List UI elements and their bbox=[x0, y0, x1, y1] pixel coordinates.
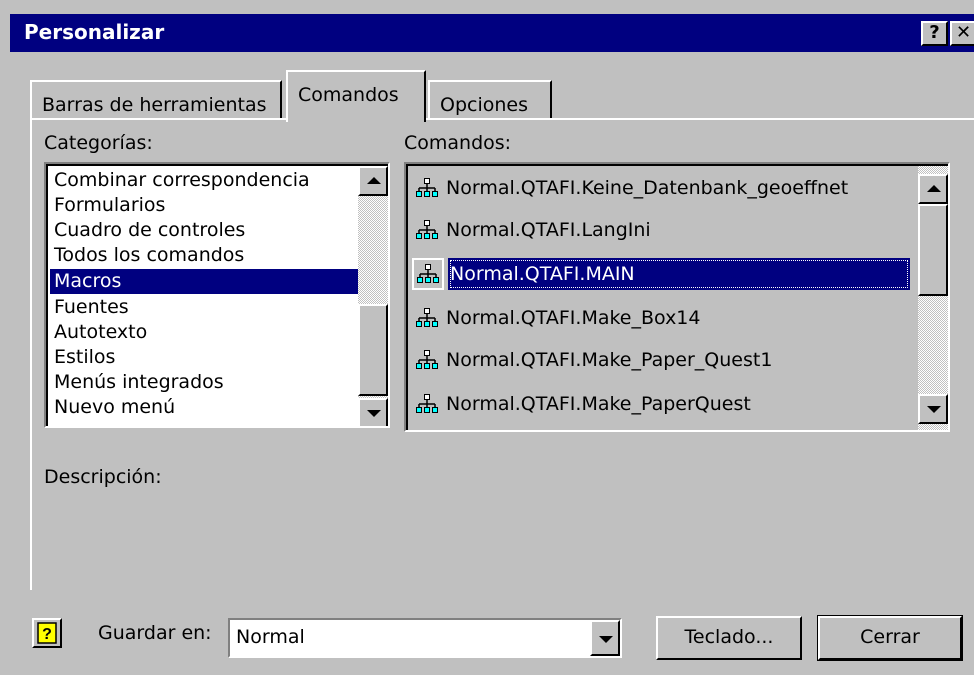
list-item[interactable]: Combinar correspondencia bbox=[50, 168, 310, 193]
tab-panel-commands: Categorías: Combinar correspondencia For… bbox=[30, 118, 974, 590]
svg-text:?: ? bbox=[42, 626, 52, 643]
command-label: Normal.QTAFI.Make_Paper_Quest1 bbox=[446, 349, 773, 371]
save-in-value: Normal bbox=[236, 626, 305, 648]
macro-icon bbox=[416, 220, 438, 239]
tab-options[interactable]: Opciones bbox=[428, 80, 552, 120]
title-bar[interactable]: Personalizar ? ✕ bbox=[10, 14, 974, 52]
scroll-down-button[interactable] bbox=[358, 398, 388, 426]
tab-commands-label: Comandos bbox=[298, 84, 399, 106]
arrow-down-icon bbox=[367, 410, 381, 417]
commands-label: Comandos: bbox=[404, 132, 512, 154]
categories-scrollbar[interactable] bbox=[358, 166, 388, 426]
keyboard-button-label: Teclado... bbox=[684, 626, 774, 648]
commands-list-inner: Normal.QTAFI.Keine_Datenbank_geoeffnet N… bbox=[406, 164, 948, 430]
list-item[interactable]: Autotexto bbox=[50, 320, 147, 345]
chevron-down-icon bbox=[599, 636, 613, 643]
commands-listbox[interactable]: Normal.QTAFI.Keine_Datenbank_geoeffnet N… bbox=[404, 162, 950, 432]
list-item-selected[interactable]: Macros bbox=[50, 269, 358, 294]
title-help-button[interactable]: ? bbox=[921, 21, 948, 46]
tab-toolbars[interactable]: Barras de herramientas bbox=[30, 80, 282, 120]
commands-scrollbar[interactable] bbox=[918, 166, 948, 430]
list-item[interactable]: Estilos bbox=[50, 345, 115, 370]
tab-options-label: Opciones bbox=[440, 94, 528, 116]
command-label: Normal.QTAFI.Make_PaperQuest bbox=[446, 393, 751, 415]
list-item[interactable]: Cuadro de controles bbox=[50, 218, 245, 243]
macro-icon bbox=[417, 264, 439, 283]
arrow-up-icon bbox=[927, 185, 941, 192]
macro-icon bbox=[416, 394, 438, 413]
arrow-up-icon bbox=[367, 177, 381, 184]
help-button[interactable]: ? bbox=[32, 618, 62, 648]
command-label: Normal.QTAFI.Make_Box14 bbox=[446, 307, 701, 329]
macro-icon bbox=[416, 178, 438, 197]
macro-icon bbox=[416, 308, 438, 327]
save-in-dropdown-button[interactable] bbox=[590, 620, 620, 656]
list-item[interactable]: Formularios bbox=[50, 193, 165, 218]
tab-commands[interactable]: Comandos bbox=[286, 70, 426, 122]
scroll-up-button[interactable] bbox=[358, 166, 388, 196]
categories-listbox[interactable]: Combinar correspondencia Formularios Cua… bbox=[44, 162, 390, 428]
close-button-label: Cerrar bbox=[860, 626, 920, 648]
title-close-button[interactable]: ✕ bbox=[950, 21, 974, 46]
categories-label: Categorías: bbox=[44, 132, 153, 154]
scroll-thumb[interactable] bbox=[918, 204, 948, 296]
list-item[interactable]: Todos los comandos bbox=[50, 243, 244, 268]
command-label: Normal.QTAFI.Keine_Datenbank_geoeffnet bbox=[446, 177, 849, 199]
list-item[interactable]: Nuevo menú bbox=[50, 395, 175, 420]
customize-dialog: Personalizar ? ✕ Barras de herramientas … bbox=[0, 0, 974, 675]
macro-icon bbox=[416, 350, 438, 369]
scroll-up-button[interactable] bbox=[918, 174, 948, 204]
scroll-down-button[interactable] bbox=[918, 394, 948, 424]
scroll-thumb[interactable] bbox=[358, 304, 388, 396]
keyboard-button[interactable]: Teclado... bbox=[656, 616, 802, 660]
save-in-combobox[interactable]: Normal bbox=[228, 618, 622, 658]
save-in-label: Guardar en: bbox=[98, 622, 212, 644]
list-item[interactable]: Menús integrados bbox=[50, 370, 224, 395]
command-label: Normal.QTAFI.LangIni bbox=[446, 219, 651, 241]
command-label: Normal.QTAFI.MAIN bbox=[448, 258, 910, 290]
help-book-icon: ? bbox=[37, 622, 57, 644]
tab-toolbars-label: Barras de herramientas bbox=[42, 94, 267, 116]
categories-list-inner: Combinar correspondencia Formularios Cua… bbox=[46, 164, 388, 426]
close-button[interactable]: Cerrar bbox=[817, 615, 963, 661]
dialog-title: Personalizar bbox=[24, 20, 165, 44]
description-label: Descripción: bbox=[44, 466, 162, 488]
arrow-down-icon bbox=[927, 406, 941, 413]
list-item[interactable]: Fuentes bbox=[50, 295, 129, 320]
